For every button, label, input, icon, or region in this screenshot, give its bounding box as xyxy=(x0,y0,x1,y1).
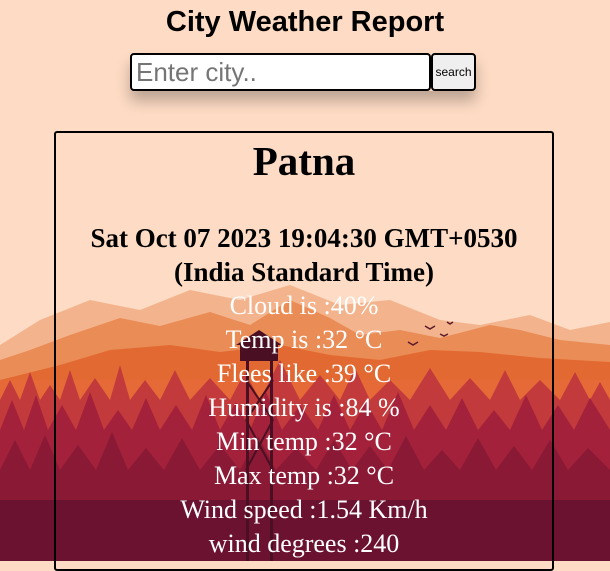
weather-stats: Cloud is :40% Temp is :32 °C Flees like … xyxy=(56,289,552,561)
humidity-stat: Humidity is :84 % xyxy=(208,393,400,422)
cloud-stat: Cloud is :40% xyxy=(229,291,379,320)
feels-like-stat: Flees like :39 °C xyxy=(216,359,392,388)
page-title: City Weather Report xyxy=(165,6,445,38)
city-search-input[interactable] xyxy=(130,53,431,91)
temp-stat: Temp is :32 °C xyxy=(225,325,383,354)
min-temp-stat: Min temp :32 °C xyxy=(216,427,392,456)
max-temp-stat: Max temp :32 °C xyxy=(213,461,395,490)
city-name: Patna xyxy=(252,138,356,184)
weather-card: Patna Sat Oct 07 2023 19:04:30 GMT+0530 … xyxy=(54,131,554,571)
search-form: search xyxy=(130,53,476,91)
wind-speed-stat: Wind speed :1.54 Km/h xyxy=(180,495,428,524)
datetime: Sat Oct 07 2023 19:04:30 GMT+0530 (India… xyxy=(90,223,518,287)
search-button[interactable]: search xyxy=(431,53,476,91)
wind-degrees-stat: wind degrees :240 xyxy=(208,529,400,558)
